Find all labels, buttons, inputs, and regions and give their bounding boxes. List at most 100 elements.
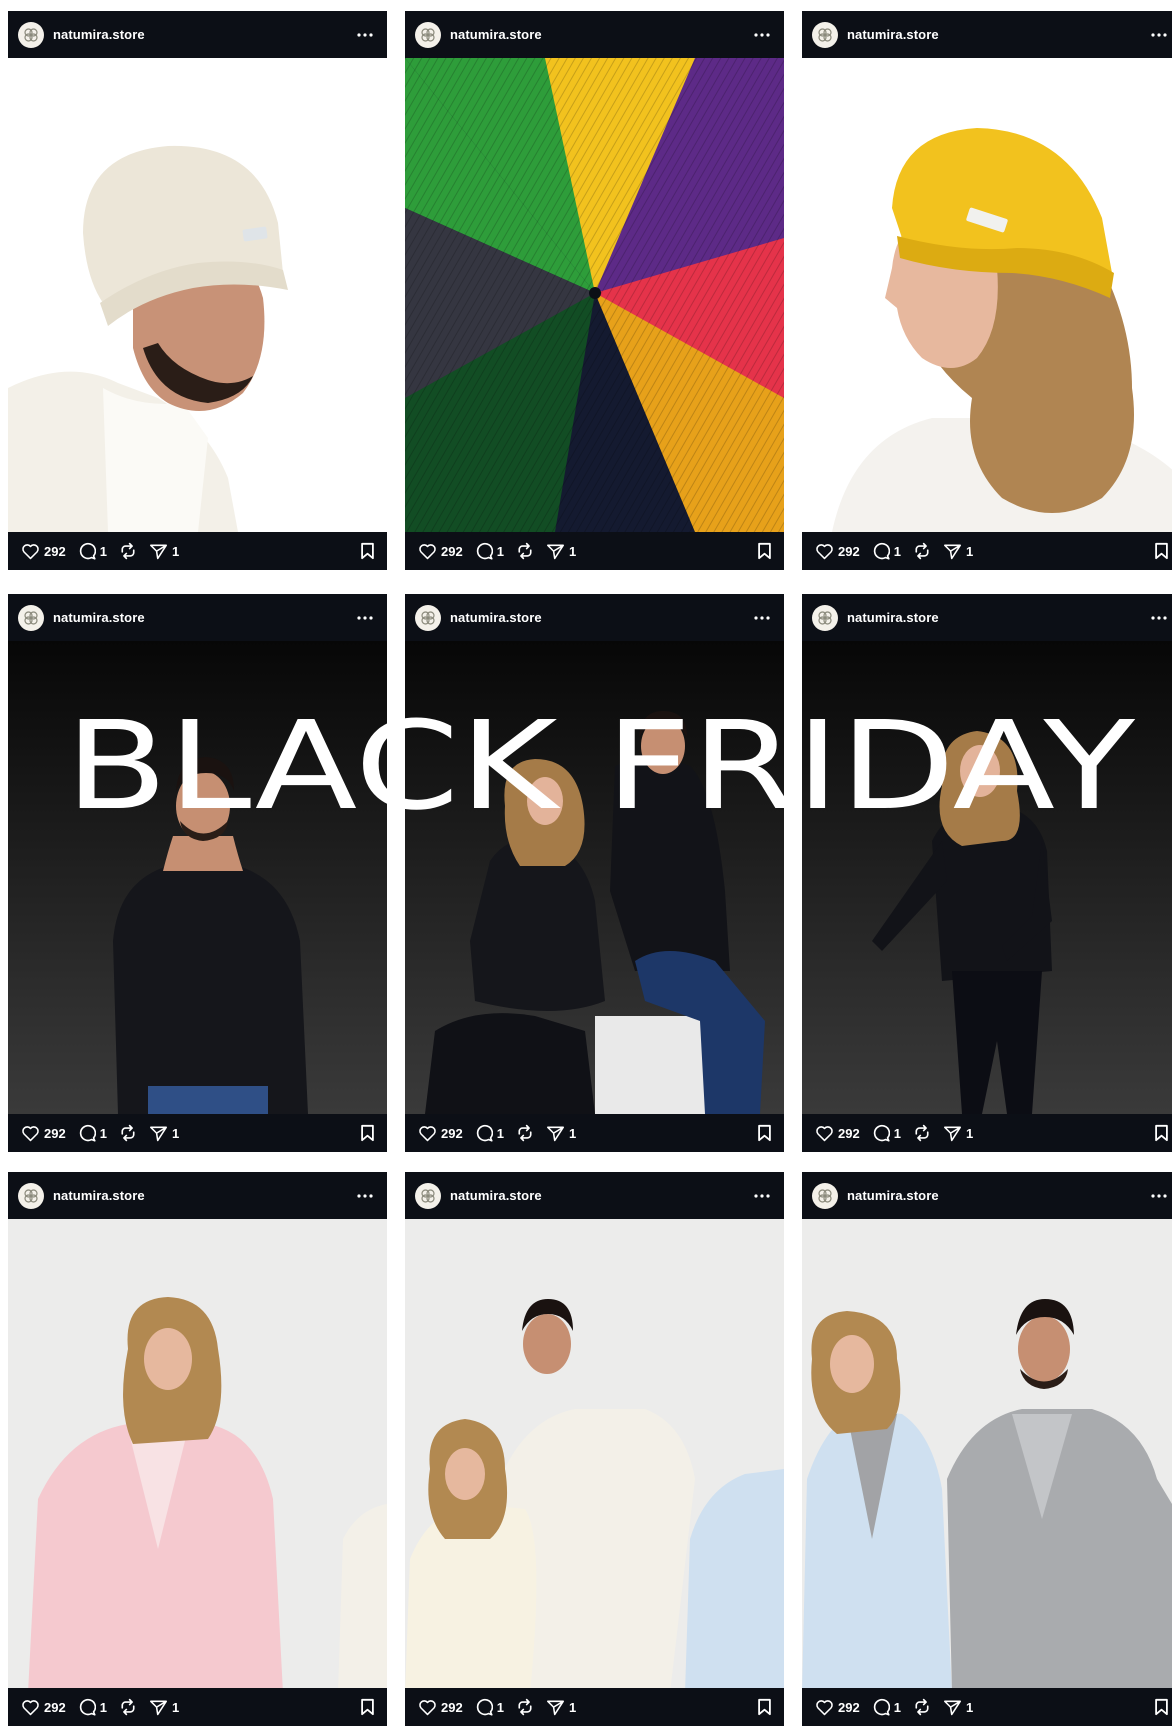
post-actions: 292 1 1 — [802, 1114, 1172, 1152]
post-card: natumira.store 292 1 1 — [8, 11, 387, 570]
post-username[interactable]: natumira.store — [847, 27, 939, 42]
comment-button[interactable]: 1 — [78, 1698, 107, 1716]
share-button[interactable]: 1 — [943, 543, 973, 560]
repost-button[interactable] — [516, 1124, 534, 1142]
share-button[interactable]: 1 — [546, 543, 576, 560]
heart-icon — [419, 1699, 436, 1715]
post-image-couple-white-cardigans[interactable] — [405, 1219, 784, 1693]
more-options-icon[interactable] — [1147, 1184, 1171, 1208]
like-button[interactable]: 292 — [21, 543, 66, 560]
post-username[interactable]: natumira.store — [450, 27, 542, 42]
natumira-logo-icon[interactable] — [18, 21, 44, 48]
post-image-black-friday-woman[interactable] — [802, 641, 1172, 1114]
save-button[interactable] — [1154, 1124, 1169, 1142]
post-image-woman-yellow-beanie[interactable] — [802, 58, 1172, 532]
repost-icon — [121, 542, 135, 560]
share-button[interactable]: 1 — [546, 1699, 576, 1716]
natumira-logo-icon[interactable] — [18, 604, 44, 631]
post-card: natumira.store 292 1 1 — [8, 594, 387, 1152]
like-button[interactable]: 292 — [418, 1125, 463, 1142]
repost-button[interactable] — [516, 1698, 534, 1716]
natumira-logo-icon[interactable] — [415, 21, 441, 48]
repost-button[interactable] — [913, 542, 931, 560]
comment-button[interactable]: 1 — [475, 1124, 504, 1142]
share-count: 1 — [965, 543, 974, 559]
like-button[interactable]: 292 — [815, 1125, 860, 1142]
post-username[interactable]: natumira.store — [53, 1188, 145, 1203]
natumira-logo-icon[interactable] — [415, 604, 441, 631]
post-header: natumira.store — [405, 11, 784, 58]
natumira-logo-icon[interactable] — [812, 21, 838, 48]
save-button[interactable] — [1154, 1698, 1169, 1716]
like-button[interactable]: 292 — [21, 1125, 66, 1142]
share-button[interactable]: 1 — [149, 1699, 179, 1716]
natumira-logo-icon[interactable] — [18, 1182, 44, 1209]
more-options-icon[interactable] — [353, 23, 377, 47]
more-options-icon[interactable] — [353, 1184, 377, 1208]
save-button[interactable] — [757, 1698, 772, 1716]
repost-button[interactable] — [119, 1698, 137, 1716]
post-image-man-cream-beanie[interactable] — [8, 58, 387, 532]
post-actions: 292 1 1 — [405, 1688, 784, 1726]
save-button[interactable] — [360, 542, 375, 560]
repost-button[interactable] — [516, 542, 534, 560]
comment-count: 1 — [99, 543, 107, 559]
share-count: 1 — [171, 1699, 180, 1715]
save-button[interactable] — [757, 542, 772, 560]
share-button[interactable]: 1 — [149, 1125, 179, 1142]
share-button[interactable]: 1 — [943, 1699, 973, 1716]
post-header: natumira.store — [802, 11, 1172, 58]
post-username[interactable]: natumira.store — [53, 27, 145, 42]
share-button[interactable]: 1 — [149, 543, 179, 560]
natumira-logo-icon[interactable] — [812, 1182, 838, 1209]
more-options-icon[interactable] — [353, 606, 377, 630]
repost-button[interactable] — [119, 1124, 137, 1142]
post-username[interactable]: natumira.store — [847, 610, 939, 625]
comment-button[interactable]: 1 — [475, 542, 504, 560]
share-button[interactable]: 1 — [546, 1125, 576, 1142]
natumira-logo-icon[interactable] — [812, 604, 838, 631]
more-options-icon[interactable] — [750, 23, 774, 47]
repost-button[interactable] — [913, 1698, 931, 1716]
more-options-icon[interactable] — [1147, 606, 1171, 630]
like-button[interactable]: 292 — [418, 543, 463, 560]
like-button[interactable]: 292 — [815, 543, 860, 560]
comment-button[interactable]: 1 — [872, 1124, 901, 1142]
repost-button[interactable] — [913, 1124, 931, 1142]
post-image-black-friday-couple[interactable] — [405, 641, 784, 1114]
post-image-colorful-beanies[interactable] — [405, 58, 784, 532]
more-options-icon[interactable] — [750, 606, 774, 630]
post-username[interactable]: natumira.store — [847, 1188, 939, 1203]
comment-button[interactable]: 1 — [872, 1698, 901, 1716]
share-button[interactable]: 1 — [943, 1125, 973, 1142]
post-image-woman-pink-cardigan[interactable] — [8, 1219, 387, 1693]
like-button[interactable]: 292 — [418, 1699, 463, 1716]
save-button[interactable] — [757, 1124, 772, 1142]
post-card: natumira.store 292 1 1 — [405, 1172, 784, 1726]
post-header: natumira.store — [405, 594, 784, 641]
repost-button[interactable] — [119, 542, 137, 560]
like-button[interactable]: 292 — [21, 1699, 66, 1716]
heart-icon — [816, 1125, 833, 1141]
comment-icon — [476, 1124, 493, 1142]
repost-icon — [518, 1124, 532, 1142]
more-options-icon[interactable] — [1147, 23, 1171, 47]
post-header: natumira.store — [802, 594, 1172, 641]
post-image-black-friday-man[interactable] — [8, 641, 387, 1114]
like-button[interactable]: 292 — [815, 1699, 860, 1716]
repost-icon — [518, 1698, 532, 1716]
post-username[interactable]: natumira.store — [450, 610, 542, 625]
post-image-couple-blue-grey-cardigans[interactable] — [802, 1219, 1172, 1693]
comment-button[interactable]: 1 — [475, 1698, 504, 1716]
more-options-icon[interactable] — [750, 1184, 774, 1208]
save-button[interactable] — [360, 1698, 375, 1716]
post-username[interactable]: natumira.store — [53, 610, 145, 625]
comment-count: 1 — [893, 543, 901, 559]
comment-button[interactable]: 1 — [872, 542, 901, 560]
comment-button[interactable]: 1 — [78, 542, 107, 560]
comment-button[interactable]: 1 — [78, 1124, 107, 1142]
save-button[interactable] — [1154, 542, 1169, 560]
save-button[interactable] — [360, 1124, 375, 1142]
natumira-logo-icon[interactable] — [415, 1182, 441, 1209]
post-username[interactable]: natumira.store — [450, 1188, 542, 1203]
